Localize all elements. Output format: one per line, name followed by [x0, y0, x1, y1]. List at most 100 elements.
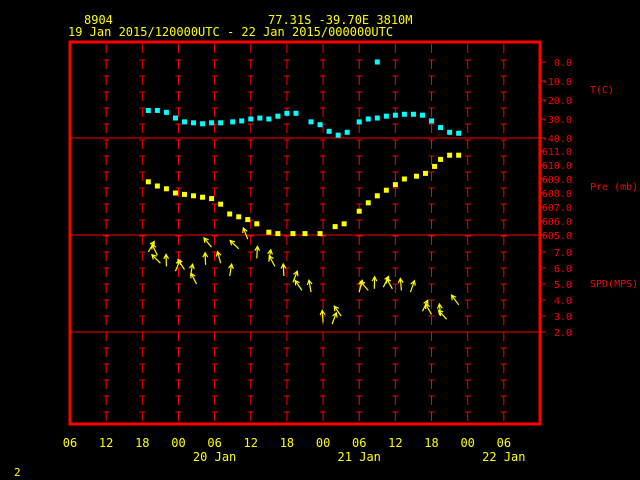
temperature-point [401, 111, 407, 117]
temperature-point [429, 118, 435, 124]
temperature-axis-label: T(C) [590, 85, 614, 96]
pressure-point [209, 196, 215, 202]
pressure-point [447, 152, 453, 158]
meteogram-chart: 8904 77.31S -39.70E 3810M 19 Jan 2015/12… [0, 0, 640, 480]
temperature-point [392, 112, 398, 118]
pressure-point [163, 186, 169, 192]
temperature-point [447, 129, 453, 135]
pressure-point [383, 187, 389, 193]
pressure-point [356, 208, 362, 214]
wind_speed-tick-label: 5.0 [554, 280, 572, 291]
temperature-point [326, 128, 332, 134]
temperature-tick-label: -10.0 [542, 77, 572, 88]
time-period: 19 Jan 2015/120000UTC - 22 Jan 2015/0000… [68, 25, 393, 39]
pressure-point [227, 211, 233, 217]
x-day-label: 22 Jan [482, 450, 525, 464]
pressure-tick-label: 608.0 [542, 189, 572, 200]
x-tick-label: 00 [171, 436, 185, 450]
x-tick-label: 06 [497, 436, 511, 450]
wind_speed-tick-label: 3.0 [554, 312, 572, 323]
pressure-tick-label: 605.0 [542, 231, 572, 242]
temperature-point [374, 59, 380, 65]
x-tick-label: 06 [352, 436, 366, 450]
temperature-point [456, 130, 462, 136]
temperature-point [172, 115, 178, 121]
temperature-point [374, 115, 380, 121]
pressure-point [181, 191, 187, 197]
x-tick-label: 12 [388, 436, 402, 450]
temperature-point [420, 112, 425, 118]
temperature-point [200, 121, 206, 127]
temperature-point [410, 111, 416, 117]
pressure-point [365, 200, 371, 206]
temperature-point [257, 115, 263, 121]
pressure-point [245, 217, 251, 223]
x-tick-label: 00 [460, 436, 474, 450]
temperature-point [239, 118, 245, 124]
temperature-point [284, 110, 290, 116]
temperature-point [317, 122, 323, 128]
pressure-tick-label: 611.0 [542, 147, 572, 158]
x-tick-label: 18 [424, 436, 438, 450]
pressure-point [413, 173, 419, 179]
pressure-point [290, 231, 296, 237]
pressure-point [302, 231, 308, 237]
temperature-point [163, 109, 169, 115]
wind_speed-tick-label: 2.0 [554, 328, 572, 339]
page-number: 2 [14, 466, 21, 479]
temperature-point [356, 119, 362, 125]
pressure-point [317, 231, 323, 237]
pressure-point [172, 190, 178, 196]
pressure-point [432, 163, 438, 169]
pressure-point [374, 193, 380, 199]
pressure-point [456, 152, 462, 158]
temperature-point [266, 116, 272, 122]
temperature-tick-label: -20.0 [542, 96, 572, 107]
temperature-tick-label: 0.0 [554, 58, 572, 69]
pressure-point [341, 221, 347, 227]
pressure-point [332, 224, 338, 230]
x-tick-label: 18 [280, 436, 294, 450]
temperature-point [293, 110, 299, 116]
pressure-point [145, 179, 151, 185]
pressure-point [275, 231, 281, 237]
x-tick-label: 06 [63, 436, 77, 450]
temperature-point [344, 129, 350, 135]
pressure-point [254, 221, 260, 227]
pressure-point [154, 183, 160, 189]
temperature-point [308, 119, 314, 125]
temperature-tick-label: -40.0 [542, 134, 572, 145]
pressure-point [266, 229, 272, 235]
wind_speed-axis-label: SPD(MPS) [590, 279, 638, 290]
x-tick-label: 06 [207, 436, 221, 450]
x-day-label: 20 Jan [193, 450, 236, 464]
x-day-label: 21 Jan [338, 450, 381, 464]
pressure-point [200, 194, 206, 200]
wind_speed-tick-label: 6.0 [554, 264, 572, 275]
pressure-point [392, 182, 398, 188]
x-tick-label: 00 [316, 436, 330, 450]
temperature-point [383, 113, 389, 119]
x-tick-label: 12 [99, 436, 113, 450]
pressure-tick-label: 610.0 [542, 161, 572, 172]
temperature-point [154, 107, 160, 113]
pressure-tick-label: 606.0 [542, 217, 572, 228]
temperature-point [365, 116, 371, 122]
pressure-axis-label: Pre (mb) [590, 182, 638, 193]
wind_speed-tick-label: 4.0 [554, 296, 572, 307]
pressure-point [438, 156, 444, 162]
temperature-point [191, 120, 197, 126]
pressure-tick-label: 607.0 [542, 203, 572, 214]
pressure-point [218, 201, 224, 207]
temperature-point [181, 119, 187, 125]
pressure-tick-label: 609.0 [542, 175, 572, 186]
x-tick-label: 12 [244, 436, 258, 450]
temperature-point [230, 119, 236, 125]
pressure-point [423, 170, 429, 176]
temperature-tick-label: -30.0 [542, 115, 572, 126]
pressure-point [401, 176, 407, 182]
temperature-point [248, 116, 254, 122]
x-tick-label: 18 [135, 436, 149, 450]
pressure-point [236, 214, 242, 220]
temperature-point [335, 132, 341, 138]
